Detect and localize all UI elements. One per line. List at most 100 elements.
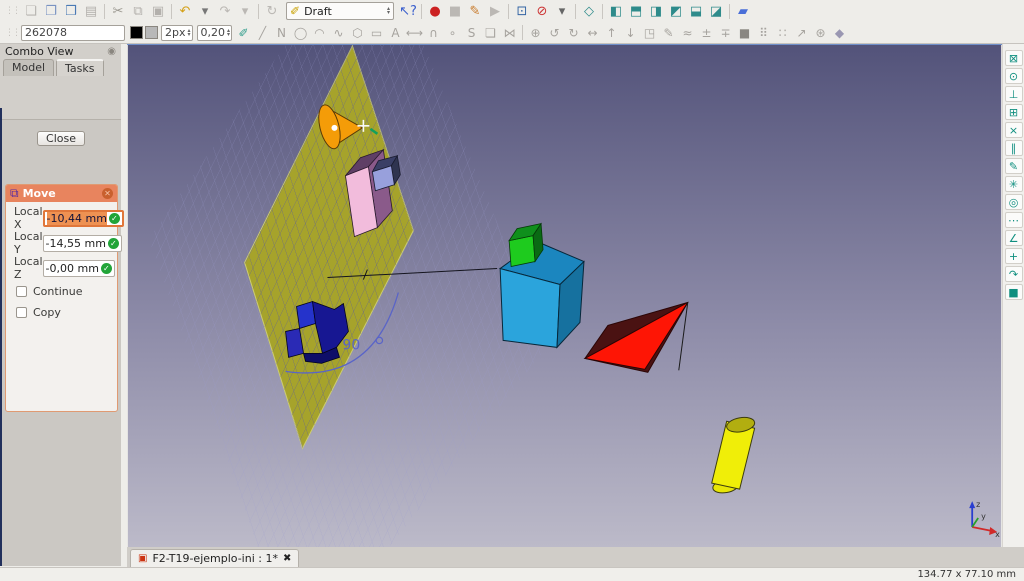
draft-text-icon[interactable]: A	[386, 24, 405, 42]
toolbar-grip-2[interactable]: ⋮⋮	[5, 28, 19, 38]
draft-offset-icon[interactable]: ↻	[564, 24, 583, 42]
draft-circle-icon[interactable]: ◯	[291, 24, 310, 42]
draft-wire-icon[interactable]: N	[272, 24, 291, 42]
paste-icon[interactable]: ▣	[148, 2, 168, 20]
left-view-icon[interactable]: ◪	[706, 2, 726, 20]
float-panel-icon[interactable]: ◉	[107, 46, 116, 57]
status-bar: 134.77 x 77.10 mm	[0, 567, 1024, 581]
draft-upgrade-icon[interactable]: ↑	[602, 24, 621, 42]
macro-edit-icon[interactable]: ✎	[465, 2, 485, 20]
draft-downgrade-icon[interactable]: ↓	[621, 24, 640, 42]
draft-array-icon[interactable]: ⠿	[754, 24, 773, 42]
document-tab[interactable]: ▣ F2-T19-ejemplo-ini : 1* ✖	[130, 549, 299, 567]
line-width-arrows[interactable]: ▴▾	[188, 29, 191, 37]
draw-style-dropdown-icon[interactable]: ▾	[552, 2, 572, 20]
copy-icon[interactable]: ⧉	[128, 2, 148, 20]
line-width-spinbox[interactable]: 2px ▴▾	[161, 25, 193, 41]
tab-tasks[interactable]: Tasks	[56, 59, 103, 76]
draw-style-icon[interactable]: ⊘	[532, 2, 552, 20]
font-size-arrows[interactable]: ▴▾	[227, 29, 230, 37]
axonometric-view-icon[interactable]: ◇	[579, 2, 599, 20]
macro-play-icon[interactable]: ▶	[485, 2, 505, 20]
draft-move-icon[interactable]: ⊕	[526, 24, 545, 42]
draft-wire-to-bspline-icon[interactable]: ≈	[678, 24, 697, 42]
fit-all-icon[interactable]: ⊡	[512, 2, 532, 20]
checkbox-icon[interactable]	[16, 286, 27, 297]
draft-delete-point-icon[interactable]: ∓	[716, 24, 735, 42]
draft-command-input[interactable]: 262078	[21, 25, 125, 41]
open-file-icon[interactable]: ❐	[41, 2, 61, 20]
green-cube-front[interactable]	[509, 236, 535, 267]
draft-path-array-icon[interactable]: ∷	[773, 24, 792, 42]
workbench-selector[interactable]: ✐ Draft ▴▾	[286, 2, 394, 20]
snap-grid-icon[interactable]: ⊞	[1005, 104, 1023, 120]
line-color-swatch[interactable]	[130, 26, 143, 39]
redo-dropdown-icon[interactable]: ▾	[235, 2, 255, 20]
rear-view-icon[interactable]: ◩	[666, 2, 686, 20]
draft-trimex-icon[interactable]: ↔	[583, 24, 602, 42]
close-task-button[interactable]: Close	[37, 131, 85, 146]
draft-point-icon[interactable]: ∘	[443, 24, 462, 42]
3d-viewport[interactable]: 90zyx	[127, 44, 1002, 547]
draft-line-icon[interactable]: ╱	[253, 24, 272, 42]
checkbox-icon[interactable]	[16, 307, 27, 318]
redo-icon[interactable]: ↷	[215, 2, 235, 20]
separator	[508, 4, 509, 19]
snap-parallel-icon[interactable]: ∥	[1005, 140, 1023, 156]
tab-model[interactable]: Model	[3, 59, 54, 76]
draft-autogroup-icon[interactable]: ✐	[234, 24, 253, 42]
draft-polygon-icon[interactable]: ⬡	[348, 24, 367, 42]
snap-lock-icon[interactable]: ⊠	[1005, 50, 1023, 66]
draft-scale-icon[interactable]: ◳	[640, 24, 659, 42]
refresh-icon[interactable]: ↻	[262, 2, 282, 20]
tab-close-icon[interactable]: ✖	[283, 553, 291, 564]
draft-select-plane-icon[interactable]: ⊛	[811, 24, 830, 42]
move-close-icon[interactable]: ✕	[102, 188, 113, 199]
workbench-dropdown-arrows[interactable]: ▴▾	[387, 7, 390, 15]
draft-mirror-icon[interactable]: ⋈	[500, 24, 519, 42]
undo-dropdown-icon[interactable]: ▾	[195, 2, 215, 20]
draft-bezcurve-icon[interactable]: ∩	[424, 24, 443, 42]
front-view-icon[interactable]: ◧	[606, 2, 626, 20]
print-icon[interactable]: ▤	[81, 2, 101, 20]
snap-near-icon[interactable]: ✎	[1005, 158, 1023, 174]
save-icon[interactable]: ❒	[61, 2, 81, 20]
draft-rectangle-icon[interactable]: ▭	[367, 24, 386, 42]
face-color-swatch[interactable]	[145, 26, 158, 39]
snap-midpoint-icon[interactable]: +	[1005, 248, 1023, 264]
snap-workingplane-icon[interactable]: ■	[1005, 284, 1023, 300]
draft-add-point-icon[interactable]: ±	[697, 24, 716, 42]
snap-center-icon[interactable]: ✳	[1005, 176, 1023, 192]
draft-apply-style-icon[interactable]: ◆	[830, 24, 849, 42]
snap-angle-icon[interactable]: ∠	[1005, 230, 1023, 246]
draft-bspline-icon[interactable]: ∿	[329, 24, 348, 42]
draft-edit-icon[interactable]: ✎	[659, 24, 678, 42]
snap-endpoint-icon[interactable]: ⊙	[1005, 68, 1023, 84]
continue-checkbox[interactable]: Continue	[16, 285, 111, 298]
whats-this-icon[interactable]: ↖?	[398, 2, 418, 20]
draft-arc-icon[interactable]: ◠	[310, 24, 329, 42]
font-size-spinbox[interactable]: 0,20 ▴▾	[197, 25, 233, 41]
right-view-icon[interactable]: ◨	[646, 2, 666, 20]
macro-stop-icon[interactable]: ■	[445, 2, 465, 20]
draft-dimension-icon[interactable]: ⟷	[405, 24, 424, 42]
draft-shapestring-icon[interactable]: S	[462, 24, 481, 42]
toolbar-grip[interactable]: ⋮⋮	[5, 6, 19, 16]
draft-facebinder-icon[interactable]: ❏	[481, 24, 500, 42]
draft-shape2dview-icon[interactable]: ■	[735, 24, 754, 42]
snap-intersection-icon[interactable]: ×	[1005, 122, 1023, 138]
draft-snap-dim-icon[interactable]: ↗	[792, 24, 811, 42]
bottom-view-icon[interactable]: ⬓	[686, 2, 706, 20]
snap-concentric-icon[interactable]: ◎	[1005, 194, 1023, 210]
snap-perpendicular-icon[interactable]: ⊥	[1005, 86, 1023, 102]
undo-icon[interactable]: ↶	[175, 2, 195, 20]
macro-record-icon[interactable]: ●	[425, 2, 445, 20]
top-view-icon[interactable]: ⬒	[626, 2, 646, 20]
measure-icon[interactable]: ▰	[733, 2, 753, 20]
draft-rotate-icon[interactable]: ↺	[545, 24, 564, 42]
copy-checkbox[interactable]: Copy	[16, 306, 111, 319]
snap-dimensions-icon[interactable]: ⋯	[1005, 212, 1023, 228]
new-file-icon[interactable]: ❏	[21, 2, 41, 20]
snap-extension-icon[interactable]: ↷	[1005, 266, 1023, 282]
cut-icon[interactable]: ✂	[108, 2, 128, 20]
